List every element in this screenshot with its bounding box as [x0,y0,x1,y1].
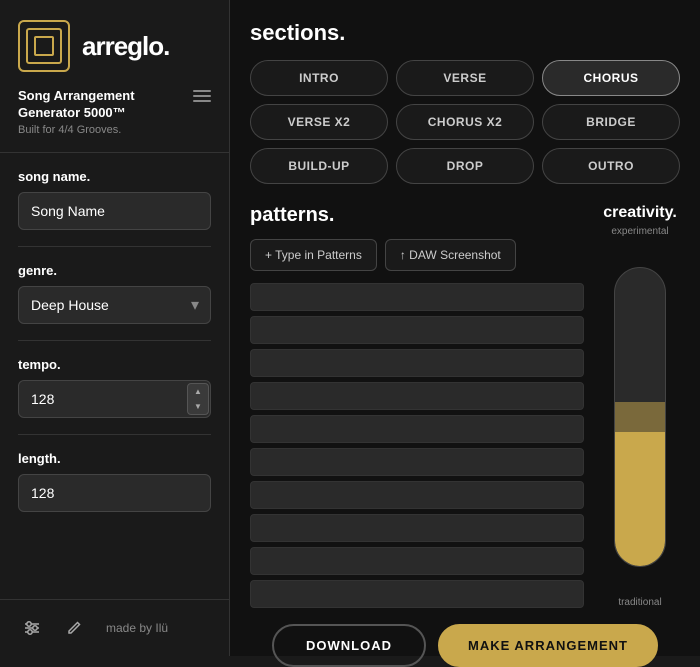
creativity-label-bottom: traditional [618,597,661,608]
subtitle-line3: Built for 4/4 Grooves. [18,124,135,136]
subtitle-line1: Song Arrangement Generator 5000™ [18,88,135,122]
pattern-row [250,514,584,542]
pattern-row [250,481,584,509]
section-btn-bridge[interactable]: BRIDGE [542,104,680,140]
song-name-section: song name. [0,153,229,246]
pattern-row [250,382,584,410]
tempo-up-btn[interactable]: ▲ [188,384,208,399]
tempo-label: tempo. [18,357,211,372]
creativity-pill[interactable] [614,267,666,567]
tempo-section: tempo. ▲ ▼ [0,341,229,434]
genre-label: genre. [18,263,211,278]
creativity-area: creativity. experimental traditional [600,204,680,608]
patterns-title: patterns. [250,204,584,227]
pencil-icon[interactable] [60,614,88,642]
pattern-row [250,316,584,344]
creativity-fill [615,432,665,566]
app-subtitle: Song Arrangement Generator 5000™ Built f… [0,88,229,153]
make-arrangement-button[interactable]: MAKE ARRANGEMENT [438,624,658,667]
app-logo-text: arreglo. [82,31,169,62]
section-btn-intro[interactable]: INTRO [250,60,388,96]
bottom-toolbar: made by Ilü [0,599,229,656]
pattern-row [250,580,584,608]
tempo-input[interactable] [18,380,211,418]
creativity-title: creativity. [603,204,677,222]
tempo-spinners: ▲ ▼ [187,383,209,415]
daw-screenshot-btn[interactable]: ↑ DAW Screenshot [385,239,516,271]
section-btn-chorus[interactable]: CHORUS [542,60,680,96]
length-label: length. [18,451,211,466]
left-panel: arreglo. Song Arrangement Generator 5000… [0,0,230,656]
made-by-text: made by Ilü [106,621,168,635]
length-section: length. [0,435,229,528]
tempo-input-wrapper: ▲ ▼ [18,380,211,418]
pattern-row [250,448,584,476]
sliders-icon[interactable] [18,614,46,642]
pattern-row [250,547,584,575]
genre-select-wrapper: Deep House House Techno Drum & Bass Ambi… [18,286,211,324]
pattern-row [250,349,584,377]
creativity-slider-container[interactable] [614,243,666,591]
logo-inner [26,28,62,64]
song-name-input[interactable] [18,192,211,230]
song-name-label: song name. [18,169,211,184]
patterns-creativity-row: patterns. + Type in Patterns ↑ DAW Scree… [250,204,680,608]
genre-select[interactable]: Deep House House Techno Drum & Bass Ambi… [18,286,211,324]
genre-section: genre. Deep House House Techno Drum & Ba… [0,247,229,340]
right-panel: sections. INTRO VERSE CHORUS VERSE X2 CH… [230,0,700,656]
length-input[interactable] [18,474,211,512]
section-btn-verse-x2[interactable]: VERSE X2 [250,104,388,140]
section-btn-build-up[interactable]: BUILD-UP [250,148,388,184]
pattern-row [250,415,584,443]
bottom-actions: DOWNLOAD MAKE ARRANGEMENT [250,624,680,667]
logo-box [18,20,70,72]
tempo-down-btn[interactable]: ▼ [188,399,208,414]
section-btn-drop[interactable]: DROP [396,148,534,184]
patterns-buttons: + Type in Patterns ↑ DAW Screenshot [250,239,584,271]
creativity-label-top: experimental [611,226,668,237]
type-in-patterns-btn[interactable]: + Type in Patterns [250,239,377,271]
logo-area: arreglo. [0,0,229,88]
section-btn-outro[interactable]: OUTRO [542,148,680,184]
download-button[interactable]: DOWNLOAD [272,624,426,667]
sections-title: sections. [250,20,680,46]
pattern-rows [250,283,584,608]
pattern-row [250,283,584,311]
patterns-area: patterns. + Type in Patterns ↑ DAW Scree… [250,204,584,608]
sections-grid: INTRO VERSE CHORUS VERSE X2 CHORUS X2 BR… [250,60,680,184]
section-btn-chorus-x2[interactable]: CHORUS X2 [396,104,534,140]
menu-icon [193,90,211,102]
section-btn-verse[interactable]: VERSE [396,60,534,96]
